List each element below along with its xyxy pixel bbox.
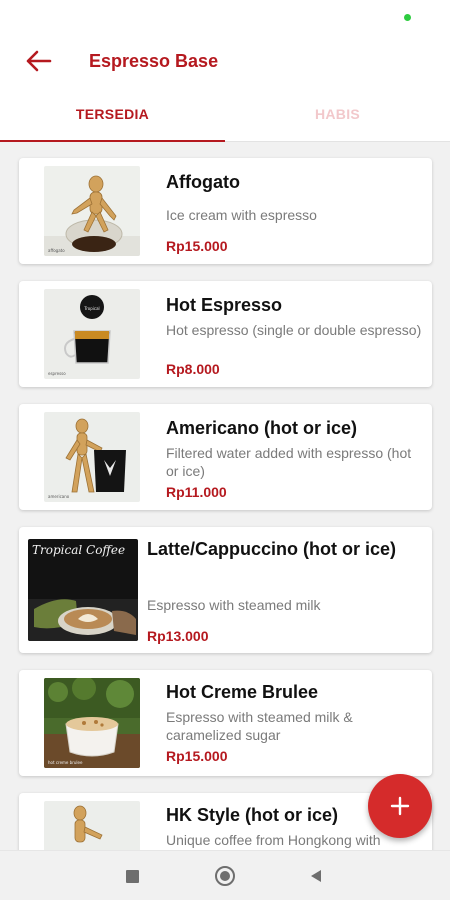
product-description: Hot espresso (single or double espresso) (166, 322, 422, 338)
product-description: Espresso with steamed milk (147, 597, 321, 613)
add-product-button[interactable] (368, 774, 432, 838)
tab-habis[interactable]: HABIS (225, 86, 450, 141)
svg-text:americano: americano (48, 494, 70, 499)
image-caption: Tropical Coffee (32, 543, 126, 557)
product-description: Espresso with steamed milk & caramelized… (166, 709, 353, 743)
product-name: Affogato (166, 172, 240, 192)
product-card-latte-cappuccino[interactable]: Tropical Coffee Latte/Cappuccino (hot or… (19, 527, 432, 653)
product-description: Ice cream with espresso (166, 207, 317, 223)
back-button[interactable] (18, 41, 58, 81)
tab-tersedia[interactable]: TERSEDIA (0, 86, 225, 142)
product-description: Filtered water added with espresso (hot … (166, 445, 412, 479)
product-image: affogato (44, 166, 140, 256)
product-image: hot creme brulee (44, 678, 140, 768)
home-button[interactable] (212, 863, 238, 889)
product-card-hot-espresso[interactable]: Tropical espresso Hot Espresso Hot espre… (19, 281, 432, 387)
plus-icon (390, 796, 410, 816)
product-card-hot-creme-brulee[interactable]: hot creme brulee Hot Creme Brulee Espres… (19, 670, 432, 776)
product-name: Americano (hot or ice) (166, 418, 358, 438)
svg-text:espresso: espresso (48, 371, 66, 376)
svg-text:hot creme brulee: hot creme brulee (48, 760, 83, 765)
status-bar (0, 0, 450, 36)
triangle-back-icon (311, 870, 321, 882)
arrow-left-icon (26, 50, 52, 72)
product-price: Rp15.000 (166, 238, 228, 254)
circle-home-icon (215, 866, 235, 886)
svg-text:Tropical: Tropical (83, 306, 99, 311)
notification-dot-icon (404, 14, 411, 21)
product-card-affogato[interactable]: affogato Affogato Ice cream with espress… (19, 158, 432, 264)
product-image (44, 801, 140, 850)
recents-button[interactable] (119, 863, 145, 889)
product-name: Latte/Cappuccino (hot or ice) (147, 539, 397, 559)
product-price: Rp13.000 (147, 628, 209, 644)
product-price: Rp8.000 (166, 361, 220, 377)
product-image: Tropical Coffee (28, 539, 138, 641)
system-navigation-bar (0, 850, 450, 900)
page-title: Espresso Base (89, 50, 219, 71)
product-image: americano (44, 412, 140, 502)
product-name: Hot Espresso (166, 295, 283, 315)
product-image: Tropical espresso (44, 289, 140, 379)
svg-text:affogato: affogato (48, 248, 65, 253)
product-card-americano[interactable]: americano Americano (hot or ice) Filtere… (19, 404, 432, 510)
product-list[interactable]: affogato Affogato Ice cream with espress… (0, 142, 450, 850)
back-nav-button[interactable] (303, 863, 329, 889)
product-price: Rp15.000 (166, 748, 228, 764)
tab-bar: TERSEDIA HABIS (0, 86, 450, 142)
square-recents-icon (125, 869, 139, 883)
product-name: HK Style (hot or ice) (166, 805, 339, 825)
app-bar: Espresso Base (0, 36, 450, 86)
product-name: Hot Creme Brulee (166, 682, 319, 702)
product-price: Rp11.000 (166, 484, 227, 500)
